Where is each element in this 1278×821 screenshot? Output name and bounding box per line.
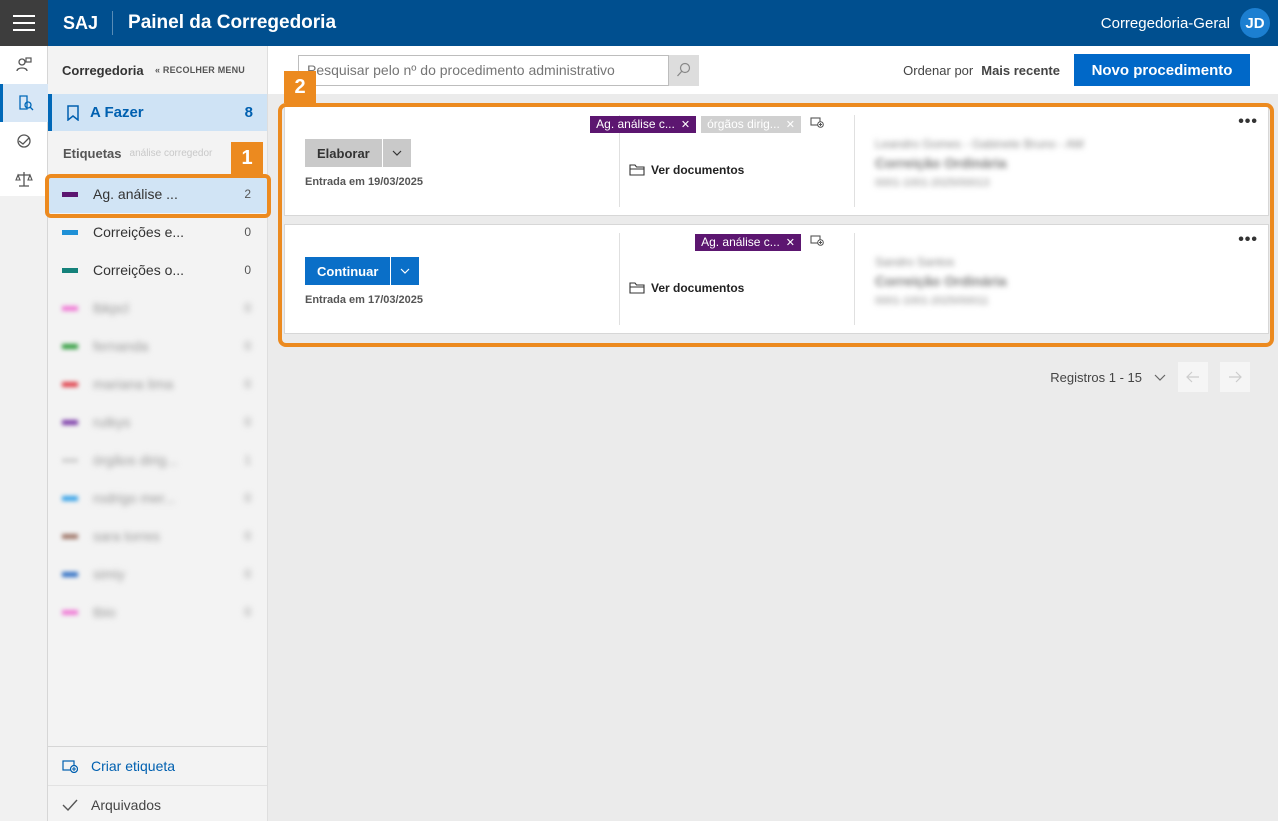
sort-label: Ordenar por	[903, 62, 974, 78]
tag-count: 0	[244, 301, 251, 315]
todo-count: 8	[244, 104, 253, 121]
tag-count: 0	[244, 567, 251, 581]
tag-color-swatch	[62, 305, 78, 311]
tags-title: Etiquetas	[63, 145, 122, 161]
tag-label: rutkys	[93, 414, 131, 430]
tag-count: 0	[244, 605, 251, 619]
sidebar-header: Corregedoria « RECOLHER MENU	[48, 46, 267, 94]
next-page-button[interactable]	[1220, 362, 1250, 392]
tag-count: 0	[244, 491, 251, 505]
chevron-down-icon[interactable]	[1154, 370, 1166, 385]
callout-badge-2: 2	[284, 71, 316, 103]
document-search-icon[interactable]	[0, 84, 48, 122]
sidebar-item-a-fazer[interactable]: A Fazer 8	[48, 94, 267, 131]
sidebar-tag-item[interactable]: rutkys 0	[48, 403, 267, 441]
tag-count: 0	[244, 529, 251, 543]
tag-label: rodrigo mer...	[93, 490, 176, 506]
sidebar-tag-item[interactable]: tbio 0	[48, 593, 267, 631]
pagination: Registros 1 - 15	[1050, 362, 1250, 392]
sidebar-tag-item[interactable]: lbkpcl 0	[48, 289, 267, 327]
tag-label: simiy	[93, 566, 125, 582]
tag-count: 0	[244, 377, 251, 391]
sort-value[interactable]: Mais recente	[981, 63, 1060, 78]
sidebar-tag-item[interactable]: mariana lima 0	[48, 365, 267, 403]
tag-color-swatch	[62, 457, 78, 463]
prev-page-button[interactable]	[1178, 362, 1208, 392]
icon-rail	[0, 46, 48, 821]
tag-count: 1	[244, 453, 251, 467]
handshake-icon[interactable]	[0, 122, 48, 160]
arrow-left-icon	[1186, 371, 1199, 383]
callout-badge-1: 1	[231, 142, 263, 174]
toolbar: Ordenar por Mais recente Novo procedimen…	[268, 46, 1278, 94]
tag-count: 0	[244, 225, 251, 239]
tag-label: lbkpcl	[93, 300, 129, 316]
search-icon[interactable]	[669, 54, 699, 86]
sidebar-tag-item[interactable]: fernanda 0	[48, 327, 267, 365]
scales-icon[interactable]	[0, 160, 48, 198]
tags-filter-input[interactable]: análise corregedor	[130, 148, 213, 159]
sidebar-footer: Criar etiqueta Arquivados	[48, 746, 267, 821]
sidebar-tag-item[interactable]: Correições e... 0	[48, 213, 267, 251]
tag-color-swatch	[62, 609, 78, 615]
tag-count: 0	[244, 263, 251, 277]
top-bar: SAJ Painel da Corregedoria Corregedoria-…	[0, 0, 1278, 46]
arrow-right-icon	[1229, 371, 1242, 383]
tag-color-swatch	[62, 267, 78, 273]
collapse-menu-button[interactable]: « RECOLHER MENU	[155, 65, 245, 75]
tag-color-swatch	[62, 495, 78, 501]
tag-color-swatch	[62, 343, 78, 349]
sidebar-tag-item[interactable]: simiy 0	[48, 555, 267, 593]
sidebar-tag-item[interactable]: órgãos dirig... 1	[48, 441, 267, 479]
tag-label: sara torres	[93, 528, 160, 544]
tag-color-swatch	[62, 229, 78, 235]
tag-label: órgãos dirig...	[93, 452, 178, 468]
rail-filler	[0, 196, 47, 821]
tag-color-swatch	[62, 571, 78, 577]
tag-label: fernanda	[93, 338, 149, 354]
tag-list: Ag. análise ... 2 Correições e... 0 Correiçõ…	[48, 175, 267, 631]
check-icon	[62, 799, 78, 811]
callout-highlight-1	[45, 174, 271, 218]
sidebar-item-label: A Fazer	[90, 104, 144, 121]
sidebar-tag-item[interactable]: rodrigo mer... 0	[48, 479, 267, 517]
tag-count: 0	[244, 415, 251, 429]
tag-color-swatch	[62, 419, 78, 425]
archived-label: Arquivados	[91, 796, 162, 813]
search-input[interactable]	[298, 54, 669, 86]
user-name[interactable]: Corregedoria-Geral	[1101, 15, 1230, 32]
tag-color-swatch	[62, 381, 78, 387]
tag-add-icon	[62, 760, 78, 773]
tag-count: 0	[244, 339, 251, 353]
avatar[interactable]: JD	[1240, 8, 1270, 38]
records-label: Registros 1 - 15	[1050, 369, 1142, 385]
create-tag-label: Criar etiqueta	[91, 758, 176, 774]
tag-label: tbio	[93, 604, 116, 620]
create-tag-button[interactable]: Criar etiqueta	[48, 747, 267, 785]
callout-highlight-2	[278, 103, 1274, 347]
user-area[interactable]: Corregedoria-Geral JD	[1101, 0, 1270, 46]
sidebar-tag-item[interactable]: sara torres 0	[48, 517, 267, 555]
tag-label: mariana lima	[93, 376, 174, 392]
brand-logo: SAJ	[63, 11, 114, 35]
tag-label: Correições e...	[93, 224, 185, 240]
sidebar-title: Corregedoria	[62, 62, 144, 78]
user-task-icon[interactable]	[0, 46, 48, 84]
page-title: Painel da Corregedoria	[128, 12, 337, 33]
tag-label: Correições o...	[93, 262, 185, 278]
hamburger-menu-icon[interactable]	[0, 0, 48, 46]
new-procedure-button[interactable]: Novo procedimento	[1074, 54, 1250, 86]
archived-button[interactable]: Arquivados	[48, 785, 267, 821]
tag-color-swatch	[62, 533, 78, 539]
sidebar-tag-item[interactable]: Correições o... 0	[48, 251, 267, 289]
sort-control[interactable]: Ordenar por Mais recente	[903, 46, 1060, 94]
bookmark-icon	[67, 104, 79, 121]
